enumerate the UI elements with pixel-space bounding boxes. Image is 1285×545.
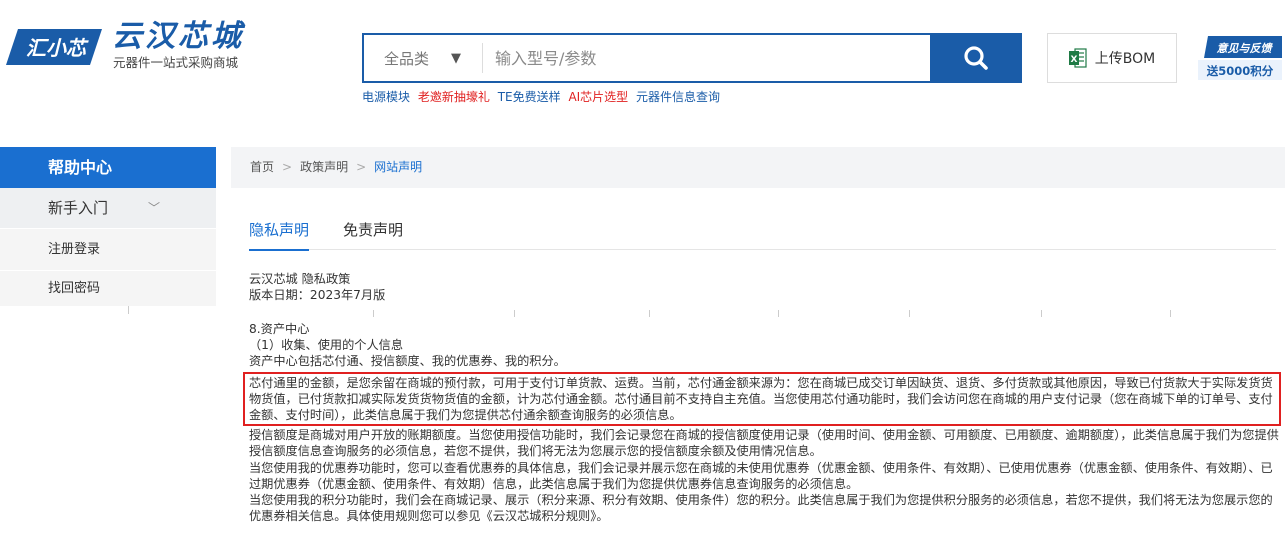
highlighted-paragraph-box: 芯付通里的金额，是您余留在商城的预付款，可用于支付订单货款、运费。当前，芯付通金… xyxy=(243,371,1281,427)
feedback-line2: 送5000积分 xyxy=(1206,64,1274,78)
sidebar-item-register[interactable]: 注册登录 xyxy=(0,229,216,270)
chevron-down-icon: ﹀ xyxy=(148,201,161,215)
caret-down-icon: ▼ xyxy=(451,50,462,66)
hot-links: 电源模块 老邀新抽壕礼 TE免费送样 AI芯片选型 元器件信息查询 xyxy=(362,89,724,105)
search-bar: 全品类 ▼ xyxy=(362,33,930,83)
upload-bom-label: 上传BOM xyxy=(1094,51,1156,67)
excel-icon: X xyxy=(1068,48,1087,68)
feedback-banner[interactable]: 意见与反馈 送5000积分 xyxy=(1194,34,1284,82)
highlighted-paragraph: 芯付通里的金额，是您余留在商城的预付款，可用于支付订单货款、运费。当前，芯付通金… xyxy=(249,375,1273,423)
subsection-title: （1）收集、使用的个人信息 xyxy=(249,338,404,353)
divider xyxy=(128,306,129,314)
help-center-title: 帮助中心 xyxy=(0,147,216,188)
sidebar-group-beginner[interactable]: 新手入门 ﹀ xyxy=(0,188,216,228)
doc-version: 版本日期：2023年7月版 xyxy=(249,288,386,303)
logo-title[interactable]: 云汉芯城 xyxy=(112,20,244,54)
breadcrumb-policy[interactable]: 政策声明 xyxy=(300,160,348,174)
hot-link[interactable]: 元器件信息查询 xyxy=(636,90,720,104)
doc-title: 云汉芯城 隐私政策 xyxy=(249,272,351,286)
logo-subtitle: 元器件一站式采购商城 xyxy=(113,55,239,70)
divider xyxy=(249,310,1279,318)
search-category-select[interactable]: 全品类 ▼ xyxy=(364,35,482,81)
breadcrumb-home[interactable]: 首页 xyxy=(250,160,274,174)
svg-text:X: X xyxy=(1070,55,1077,65)
sidebar-group-label: 新手入门 xyxy=(48,199,109,217)
sidebar-item-recover-password[interactable]: 找回密码 xyxy=(0,271,216,306)
hot-link[interactable]: 电源模块 xyxy=(362,90,410,104)
feedback-line1: 意见与反馈 xyxy=(1217,42,1274,55)
search-input[interactable] xyxy=(483,35,930,81)
search-icon xyxy=(964,46,988,70)
hot-link[interactable]: 老邀新抽壕礼 xyxy=(418,90,490,104)
breadcrumb-separator: > xyxy=(356,160,367,174)
logo-badge-text: 汇小芯 xyxy=(26,36,89,60)
search-category-label: 全品类 xyxy=(384,49,430,68)
breadcrumb-current: 网站声明 xyxy=(374,160,423,174)
intro-paragraph: 资产中心包括芯付通、授信额度、我的优惠券、我的积分。 xyxy=(249,354,566,369)
points-paragraph: 当您使用我的积分功能时，我们会在商城记录、展示（积分来源、积分有效期、使用条件）… xyxy=(249,493,1273,524)
upload-bom-button[interactable]: X 上传BOM xyxy=(1047,33,1177,83)
breadcrumb: 首页 > 政策声明 > 网站声明 xyxy=(231,147,1285,188)
hot-link[interactable]: TE免费送样 xyxy=(498,90,561,104)
breadcrumb-separator: > xyxy=(282,160,293,174)
doc-meta: 云汉芯城 隐私政策 版本日期：2023年7月版 xyxy=(249,271,1279,303)
asset-center-section: 8.资产中心 （1）收集、使用的个人信息 资产中心包括芯付通、授信额度、我的优惠… xyxy=(243,321,1281,524)
search-button[interactable] xyxy=(930,33,1022,83)
tab-bar: 隐私声明 免责声明 xyxy=(249,218,1276,251)
paragraph-group: 授信额度是商城对用户开放的账期额度。当您使用授信功能时，我们会记录您在商城的授信… xyxy=(249,427,1279,524)
tab-disclaimer[interactable]: 免责声明 xyxy=(343,218,403,242)
credit-paragraph: 授信额度是商城对用户开放的账期额度。当您使用授信功能时，我们会记录您在商城的授信… xyxy=(249,428,1279,459)
tab-privacy[interactable]: 隐私声明 xyxy=(249,218,310,251)
logo-badge-icon[interactable]: 汇小芯 xyxy=(6,25,102,69)
hot-link[interactable]: AI芯片选型 xyxy=(568,90,628,104)
section-title: 8.资产中心 xyxy=(249,322,310,336)
coupon-paragraph: 当您使用我的优惠券功能时，您可以查看优惠券的具体信息，我们会记录并展示您在商城的… xyxy=(249,460,1273,491)
